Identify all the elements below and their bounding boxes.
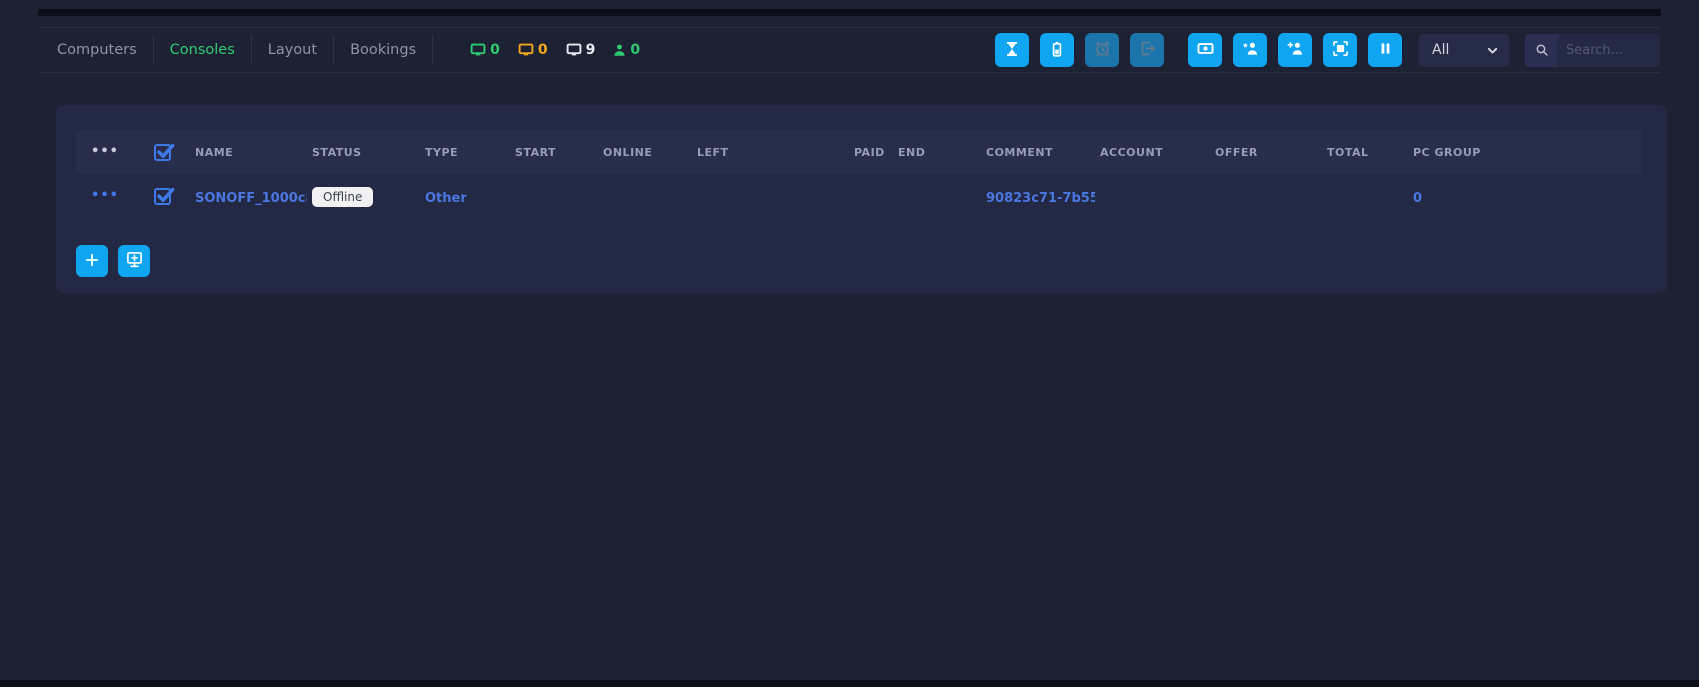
add-user-star-button[interactable]	[1233, 33, 1267, 67]
column-header-comment[interactable]: COMMENT	[981, 146, 1095, 159]
type-text: Other	[425, 191, 467, 206]
top-divider-bar	[38, 9, 1661, 16]
monitor-plus-icon	[126, 251, 143, 271]
search-icon	[1525, 34, 1558, 67]
plus-icon	[84, 252, 100, 271]
table-header-row: ••• NAME STATUS TYPE START ONLINE LEFT P…	[76, 130, 1641, 174]
person-icon	[612, 43, 627, 58]
column-header-type[interactable]: TYPE	[420, 146, 510, 159]
counter-offline: 9	[565, 42, 596, 58]
pause-button[interactable]	[1368, 33, 1402, 67]
table-row: ••• SONOFF_1000c81… Offline Other 90823c…	[76, 174, 1641, 218]
counter-value: 0	[630, 42, 640, 58]
top-navbar: Computers Consoles Layout Bookings 0 0	[40, 27, 1660, 73]
checkbox-checked-icon	[154, 188, 171, 205]
battery-button[interactable]	[1040, 33, 1074, 67]
column-header-left[interactable]: LEFT	[692, 146, 849, 159]
alarm-button[interactable]	[1085, 33, 1119, 67]
console-name-link[interactable]: SONOFF_1000c81…	[190, 187, 307, 206]
counter-value: 0	[490, 42, 500, 58]
checkbox-checked-icon	[154, 144, 171, 161]
status-badge: Offline	[312, 187, 373, 207]
column-header-end[interactable]: END	[893, 146, 981, 159]
tab-layout[interactable]: Layout	[268, 42, 317, 58]
pc-group-cell: 0	[1408, 187, 1641, 206]
comment-text[interactable]: 90823c71-7b55-4…	[986, 191, 1095, 206]
status-counters: 0 0 9 0	[469, 42, 640, 58]
hourglass-icon	[1004, 41, 1020, 60]
row-checkbox[interactable]	[134, 188, 190, 205]
monitor-icon	[469, 42, 487, 58]
panel-action-buttons	[76, 245, 1667, 277]
column-header-pc-group[interactable]: PC GROUP	[1408, 146, 1641, 159]
add-console-button[interactable]	[118, 245, 150, 277]
status-cell: Offline	[307, 186, 420, 207]
column-header-start[interactable]: START	[510, 146, 598, 159]
counter-value: 9	[586, 42, 596, 58]
column-header-total[interactable]: TOTAL	[1322, 146, 1408, 159]
ellipsis-icon: •••	[91, 191, 119, 201]
monitor-icon	[565, 42, 583, 58]
filter-selected-value: All	[1432, 42, 1449, 58]
pause-icon	[1378, 41, 1393, 59]
counter-warning: 0	[517, 42, 548, 58]
money-button[interactable]	[1188, 33, 1222, 67]
tab-bookings[interactable]: Bookings	[350, 42, 416, 58]
column-header-offer[interactable]: OFFER	[1210, 146, 1322, 159]
column-header-online[interactable]: ONLINE	[598, 146, 692, 159]
consoles-panel: ••• NAME STATUS TYPE START ONLINE LEFT P…	[56, 105, 1667, 293]
add-user-button[interactable]	[1278, 33, 1312, 67]
column-header-paid[interactable]: PAID	[849, 146, 893, 159]
hourglass-button[interactable]	[995, 33, 1029, 67]
user-plus-icon	[1287, 40, 1304, 60]
column-header-status[interactable]: STATUS	[307, 146, 420, 159]
monitor-icon	[517, 42, 535, 58]
sign-out-button[interactable]	[1130, 33, 1164, 67]
pc-group-link[interactable]: 0	[1413, 191, 1422, 206]
consoles-table: ••• NAME STATUS TYPE START ONLINE LEFT P…	[76, 130, 1641, 218]
tab-computers[interactable]: Computers	[57, 42, 137, 58]
row-options-menu[interactable]: •••	[76, 191, 134, 201]
nav-divider	[432, 35, 433, 65]
alarm-clock-icon	[1094, 40, 1111, 60]
type-cell: Other	[420, 187, 510, 206]
battery-icon	[1049, 41, 1065, 60]
tab-consoles[interactable]: Consoles	[170, 42, 235, 58]
counter-online: 0	[469, 42, 500, 58]
console-name-text[interactable]: SONOFF_1000c81…	[195, 191, 307, 206]
ellipsis-icon: •••	[91, 147, 119, 157]
action-toolbar: All	[984, 33, 1660, 67]
search-box	[1525, 34, 1660, 67]
column-header-name[interactable]: NAME	[190, 146, 307, 159]
nav-divider	[153, 35, 154, 65]
image-scan-icon	[1332, 40, 1349, 60]
filter-select[interactable]: All	[1419, 34, 1509, 67]
sign-out-icon	[1139, 40, 1156, 60]
chevron-down-icon	[1486, 44, 1499, 57]
nav-divider	[333, 35, 334, 65]
header-options-menu[interactable]: •••	[76, 147, 134, 157]
app-window: Computers Consoles Layout Bookings 0 0	[0, 0, 1699, 687]
counter-users: 0	[612, 42, 640, 58]
user-star-icon	[1242, 40, 1259, 60]
search-input[interactable]	[1558, 34, 1660, 67]
select-all-checkbox[interactable]	[134, 144, 190, 161]
comment-cell: 90823c71-7b55-4…	[981, 187, 1095, 206]
add-button[interactable]	[76, 245, 108, 277]
counter-value: 0	[538, 42, 548, 58]
nav-divider	[251, 35, 252, 65]
money-icon	[1197, 40, 1214, 60]
screenshot-button[interactable]	[1323, 33, 1357, 67]
bottom-divider-bar	[0, 680, 1699, 687]
column-header-account[interactable]: ACCOUNT	[1095, 146, 1210, 159]
